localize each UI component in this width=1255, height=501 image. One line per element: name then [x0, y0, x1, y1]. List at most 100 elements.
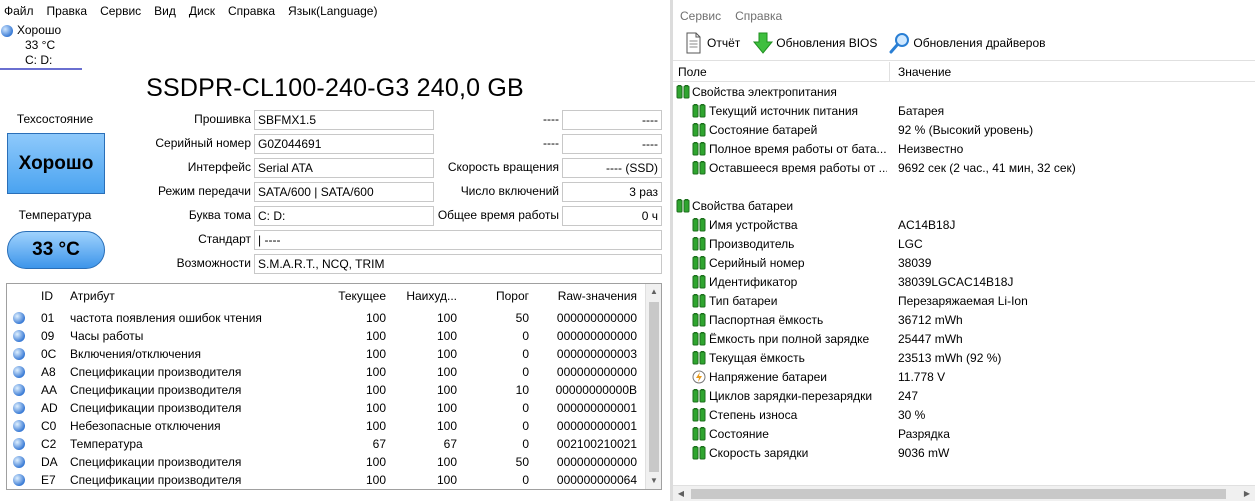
menu-service[interactable]: Сервис: [100, 4, 141, 18]
menu-edit[interactable]: Правка: [47, 4, 88, 18]
smart-table[interactable]: ID Атрибут Текущее Наихуд... Порог Raw-з…: [6, 283, 662, 490]
smart-threshold: 0: [522, 365, 529, 379]
col-field[interactable]: Поле: [678, 61, 707, 83]
transfer-mode-value: SATA/600 | SATA/600: [254, 182, 434, 202]
property-value: Разрядка: [898, 427, 950, 441]
property-row[interactable]: Имя устройства AC14B18J: [673, 216, 1255, 235]
report-button[interactable]: Отчёт: [683, 32, 740, 54]
smart-current: 100: [365, 365, 386, 379]
smart-row[interactable]: C0 Небезопасные отключения 100 100 0 00000000…: [7, 417, 647, 435]
property-row[interactable]: Напряжение батареи 11.778 V: [673, 368, 1255, 387]
power-hours-label: Общее время работы: [437, 208, 559, 222]
disk-tab-temp: 33 °C: [25, 38, 56, 52]
smart-vertical-scrollbar[interactable]: ▲ ▼: [645, 284, 661, 489]
smart-current: 100: [365, 311, 386, 325]
smart-row[interactable]: C2 Температура 67 67 0 002100210021: [7, 435, 647, 453]
smart-worst: 100: [436, 419, 457, 433]
property-row[interactable]: Ёмкость при полной зарядке 25447 mWh: [673, 330, 1255, 349]
col-attribute[interactable]: Атрибут: [70, 284, 115, 308]
smart-id: 0C: [41, 347, 57, 361]
status-dot-icon: [13, 474, 25, 486]
group-row[interactable]: Свойства электропитания: [673, 83, 1255, 102]
magnifier-search-icon: [889, 32, 910, 54]
scroll-down-arrow-icon[interactable]: ▼: [646, 473, 661, 489]
smart-raw: 000000000064: [556, 473, 637, 487]
driver-update-label: Обновления драйверов: [913, 36, 1046, 50]
scroll-right-arrow-icon[interactable]: ▶: [1239, 486, 1255, 501]
smart-raw: 002100210021: [556, 437, 637, 451]
bios-update-button[interactable]: Обновления BIOS: [752, 32, 877, 54]
property-row[interactable]: Скорость зарядки 9036 mW: [673, 444, 1255, 463]
horizontal-scrollbar[interactable]: ◀ ▶: [673, 485, 1255, 501]
menu-help-right[interactable]: Справка: [735, 9, 782, 23]
property-value: 92 % (Высокий уровень): [898, 123, 1034, 137]
smart-attribute: Включения/отключения: [70, 347, 201, 361]
menu-file[interactable]: Файл: [4, 4, 34, 18]
property-row[interactable]: Состояние Разрядка: [673, 425, 1255, 444]
temperature-button[interactable]: 33 °C: [7, 231, 105, 269]
property-row[interactable]: Полное время работы от бата... Неизвестно: [673, 140, 1255, 159]
driver-update-button[interactable]: Обновления драйверов: [889, 32, 1046, 54]
property-row[interactable]: Оставшееся время работы от ... 9692 сек (…: [673, 159, 1255, 178]
property-row[interactable]: Идентификатор 38039LGCAC14B18J: [673, 273, 1255, 292]
property-row[interactable]: Циклов зарядки-перезарядки 247: [673, 387, 1255, 406]
blank2-value: ----: [562, 134, 662, 154]
smart-row[interactable]: DA Спецификации производителя 100 100 50 0000…: [7, 453, 647, 471]
property-row[interactable]: Текущий источник питания Батарея: [673, 102, 1255, 121]
property-name: Напряжение батареи: [709, 370, 828, 384]
property-row[interactable]: Паспортная ёмкость 36712 mWh: [673, 311, 1255, 330]
properties-table[interactable]: Поле Значение Свойства электропитания Тек…: [673, 60, 1255, 501]
property-row[interactable]: Производитель LGC: [673, 235, 1255, 254]
battery-icon: [676, 85, 690, 99]
menu-view[interactable]: Вид: [154, 4, 176, 18]
group-row[interactable]: Свойства батареи: [673, 197, 1255, 216]
serial-label: Серийный номер: [155, 136, 251, 150]
interface-value: Serial ATA: [254, 158, 434, 178]
property-row[interactable]: Степень износа 30 %: [673, 406, 1255, 425]
health-status-button[interactable]: Хорошо: [7, 133, 105, 194]
property-name: Состояние: [709, 427, 769, 441]
smart-row[interactable]: A8 Спецификации производителя 100 100 0 00000…: [7, 363, 647, 381]
smart-id: C0: [41, 419, 57, 433]
smart-worst: 100: [436, 347, 457, 361]
smart-row[interactable]: 0C Включения/отключения 100 100 0 00000000000…: [7, 345, 647, 363]
property-row[interactable]: Текущая ёмкость 23513 mWh (92 %): [673, 349, 1255, 368]
menu-disk[interactable]: Диск: [189, 4, 215, 18]
property-name: Серийный номер: [709, 256, 805, 270]
col-value[interactable]: Значение: [898, 61, 951, 83]
scroll-up-arrow-icon[interactable]: ▲: [646, 284, 661, 300]
column-separator[interactable]: [889, 62, 890, 82]
col-raw[interactable]: Raw-значения: [539, 284, 637, 308]
property-row[interactable]: Тип батареи Перезаряжаемая Li-Ion: [673, 292, 1255, 311]
scroll-thumb[interactable]: [649, 302, 659, 472]
battery-icon: [692, 446, 706, 460]
smart-threshold: 0: [522, 419, 529, 433]
group-label: Свойства электропитания: [692, 85, 837, 99]
standard-label: Стандарт: [198, 232, 251, 246]
smart-raw: 00000000000B: [555, 383, 637, 397]
smart-row[interactable]: AA Спецификации производителя 100 100 10 0000…: [7, 381, 647, 399]
horizontal-scroll-thumb[interactable]: [691, 489, 1226, 499]
status-dot-icon: [13, 420, 25, 432]
smart-row[interactable]: 01 частота появления ошибок чтения 100 100 5…: [7, 309, 647, 327]
disk-tab[interactable]: Хорошо 33 °C C: D:: [0, 22, 82, 70]
smart-row[interactable]: 09 Часы работы 100 100 0 000000000000: [7, 327, 647, 345]
menu-service-right[interactable]: Сервис: [680, 9, 721, 23]
col-id[interactable]: ID: [41, 284, 53, 308]
menu-help[interactable]: Справка: [228, 4, 275, 18]
property-value: Неизвестно: [898, 142, 964, 156]
col-current[interactable]: Текущее: [319, 284, 386, 308]
smart-row[interactable]: AD Спецификации производителя 100 100 0 00000…: [7, 399, 647, 417]
property-row[interactable]: Серийный номер 38039: [673, 254, 1255, 273]
col-worst[interactable]: Наихуд...: [397, 284, 457, 308]
smart-row[interactable]: E7 Спецификации производителя 100 100 0 00000…: [7, 471, 647, 489]
smart-attribute: частота появления ошибок чтения: [70, 311, 262, 325]
smart-worst: 100: [436, 455, 457, 469]
menu-language[interactable]: Язык(Language): [288, 4, 377, 18]
smart-attribute: Спецификации производителя: [70, 365, 242, 379]
col-threshold[interactable]: Порог: [467, 284, 529, 308]
scroll-left-arrow-icon[interactable]: ◀: [673, 486, 689, 501]
property-row[interactable]: Состояние батарей 92 % (Высокий уровень): [673, 121, 1255, 140]
smart-attribute: Спецификации производителя: [70, 401, 242, 415]
property-name: Паспортная ёмкость: [709, 313, 824, 327]
